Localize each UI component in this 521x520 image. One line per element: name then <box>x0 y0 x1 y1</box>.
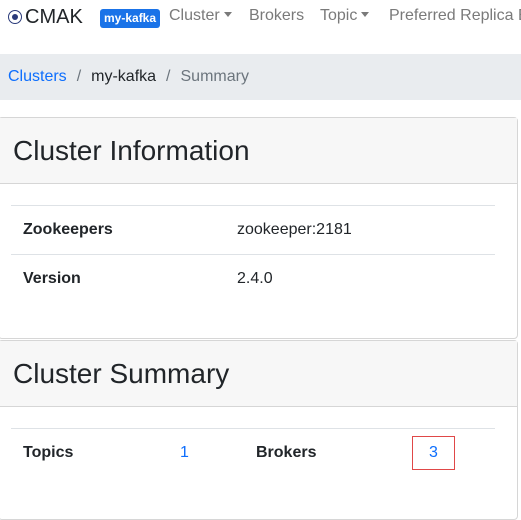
topics-label: Topics <box>11 428 168 477</box>
top-navbar: CMAK my-kafka Cluster Brokers Topic Pref… <box>0 0 521 36</box>
nav-topic-dropdown[interactable]: Topic <box>320 7 370 25</box>
nav-brokers[interactable]: Brokers <box>249 7 304 25</box>
brokers-count-cell: 3 <box>404 428 495 477</box>
nav-topic-label: Topic <box>320 7 358 24</box>
breadcrumb-cluster[interactable]: my-kafka <box>91 68 156 86</box>
caret-down-icon <box>361 12 370 17</box>
breadcrumb-clusters[interactable]: Clusters <box>8 68 67 86</box>
zookeepers-value: zookeeper:2181 <box>225 205 495 255</box>
brand-link[interactable]: CMAK <box>8 4 83 30</box>
cmak-logo-icon <box>8 10 22 24</box>
table-row: Zookeepers zookeeper:2181 <box>11 205 495 255</box>
cluster-summary-table: Topics 1 Brokers 3 <box>11 428 495 477</box>
table-row: Topics 1 Brokers 3 <box>11 428 495 477</box>
cluster-summary-header: Cluster Summary <box>0 341 517 407</box>
nav-preferred-replica-label: Preferred Replica Election <box>389 7 521 24</box>
brokers-count-link[interactable]: 3 <box>429 444 438 461</box>
nav-cluster-label: Cluster <box>169 7 220 24</box>
cluster-information-title: Cluster Information <box>13 134 250 166</box>
breadcrumb-summary: Summary <box>180 68 249 85</box>
cluster-name-badge[interactable]: my-kafka <box>100 9 161 28</box>
breadcrumb-separator: / <box>166 68 171 85</box>
cluster-information-card: Cluster Information Zookeepers zookeeper… <box>0 117 518 339</box>
topics-count-link[interactable]: 1 <box>180 444 189 461</box>
version-value: 2.4.0 <box>225 254 495 304</box>
breadcrumb-separator: / <box>76 68 82 85</box>
nav-preferred-replica-election[interactable]: Preferred Replica Election <box>389 7 521 25</box>
zookeepers-label: Zookeepers <box>11 205 225 255</box>
nav-cluster-dropdown[interactable]: Cluster <box>169 7 232 25</box>
brokers-count-highlight: 3 <box>412 435 455 470</box>
cluster-information-table: Zookeepers zookeeper:2181 Version 2.4.0 <box>11 205 495 304</box>
version-label: Version <box>11 254 225 304</box>
table-row: Version 2.4.0 <box>11 254 495 304</box>
brokers-label: Brokers <box>244 428 404 477</box>
cluster-summary-card: Cluster Summary Topics 1 Brokers 3 <box>0 340 518 520</box>
cluster-summary-title: Cluster Summary <box>13 357 230 389</box>
nav-brokers-label: Brokers <box>249 7 305 24</box>
caret-down-icon <box>223 12 232 17</box>
brand-name: CMAK <box>25 5 83 28</box>
cluster-information-header: Cluster Information <box>0 118 517 184</box>
breadcrumb: Clusters / my-kafka / Summary <box>0 54 521 100</box>
topics-count-cell: 1 <box>168 428 244 477</box>
